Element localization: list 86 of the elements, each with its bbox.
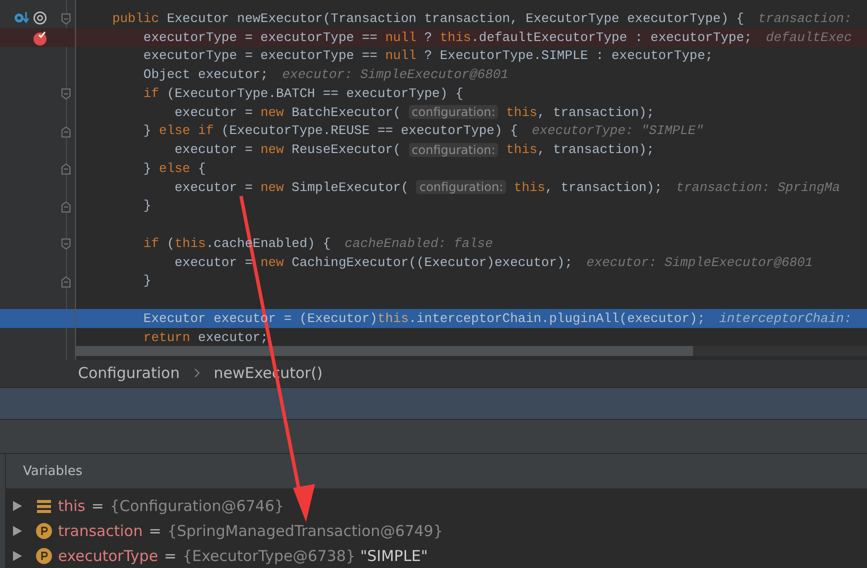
inline-debug-value: interceptorChain:: [719, 310, 852, 326]
inline-debug-value: transaction: SpringMa: [676, 180, 840, 195]
fold-marker-icon[interactable]: [61, 276, 71, 288]
code-text: , transaction);: [545, 180, 662, 195]
code-text: executorType = executorType ==: [142, 30, 378, 45]
code-text: ReuseExecutor(: [290, 142, 402, 158]
variable-name: this: [58, 496, 86, 514]
fold-marker-icon[interactable]: [61, 88, 71, 100]
code-text: executor =: [174, 104, 254, 120]
code-keyword: new: [260, 142, 284, 158]
code-keyword: this: [512, 180, 546, 195]
code-text: executor =: [174, 142, 254, 158]
code-keyword: this: [505, 142, 538, 158]
code-keyword: new: [260, 180, 284, 195]
code-keyword: null: [385, 48, 416, 64]
string-value: "SIMPLE": [359, 546, 428, 564]
breadcrumb-item[interactable]: Configuration: [78, 364, 180, 382]
code-text: , transaction);: [537, 142, 654, 158]
inline-debug-value: executor: SimpleExecutor@6801: [586, 254, 813, 270]
parameter-hint: configuration:: [408, 105, 498, 120]
code-keyword: if: [142, 236, 160, 251]
fold-marker-icon[interactable]: [61, 200, 71, 212]
code-text: executorType = executorType ==: [142, 48, 378, 64]
parameter-hint: configuration:: [416, 180, 506, 194]
inline-debug-value: executorType: "SIMPLE": [532, 123, 704, 138]
code-text: (ExecutorType.BATCH == executorType) {: [166, 86, 464, 101]
fold-marker-icon[interactable]: [61, 238, 71, 250]
code-keyword: else: [159, 160, 190, 176]
code-text: }: [142, 160, 152, 176]
parameter-icon: [36, 548, 52, 564]
parameter-hint: configuration:: [408, 142, 498, 157]
code-text: BatchExecutor(: [290, 104, 402, 120]
code-text: executor;: [197, 330, 268, 345]
code-text: .interceptorChain.pluginAll(executor);: [408, 310, 706, 326]
inline-debug-value: executor: SimpleExecutor@6801: [282, 67, 508, 82]
fold-marker-icon[interactable]: [61, 163, 71, 175]
inline-debug-value: transaction:: [758, 10, 852, 26]
code-text: , transaction);: [537, 104, 654, 120]
chevron-icon: [194, 368, 200, 378]
panel-title: Variables: [23, 464, 82, 478]
code-text: Executor newExecutor(Transaction transaction, ExecutorType executorType) {: [166, 10, 744, 26]
inline-debug-value: cacheEnabled: false: [344, 236, 493, 251]
code-keyword: return: [142, 330, 190, 345]
breakpoint-icon[interactable]: [32, 30, 48, 46]
expand-icon[interactable]: [11, 550, 23, 562]
code-text: }: [142, 198, 152, 214]
variable-name: transaction: [58, 522, 143, 540]
code-text: executor =: [174, 180, 254, 195]
code-text: executor =: [174, 254, 254, 270]
variable-value: {Configuration@6746}: [110, 496, 284, 514]
equals-sign: =: [91, 496, 104, 514]
variable-name: executorType: [58, 546, 158, 564]
code-text: (ExecutorType.REUSE == executorType) {: [220, 123, 518, 138]
code-keyword: new: [260, 104, 284, 120]
stack-icon: [36, 498, 52, 514]
variable-value: {ExecutorType@6738}: [182, 546, 356, 564]
code-keyword: this: [440, 30, 472, 45]
expand-icon[interactable]: [11, 524, 23, 536]
equals-sign: =: [148, 522, 162, 540]
code-keyword: this: [505, 104, 538, 120]
code-keyword: this: [377, 310, 409, 326]
step-icon: [14, 11, 30, 25]
code-text: CachingExecutor((Executor)executor);: [290, 254, 572, 270]
code-keyword: new: [260, 254, 284, 270]
code-text: Object executor;: [142, 67, 268, 82]
code-text: ?: [423, 30, 434, 45]
fold-marker-icon[interactable]: [61, 126, 71, 138]
code-text: .defaultExecutorType : executorType;: [471, 30, 752, 45]
code-text: (: [166, 236, 175, 251]
fold-marker-icon[interactable]: [61, 13, 71, 25]
code-keyword: null: [385, 30, 416, 45]
code-text: }: [142, 123, 152, 138]
code-text: SimpleExecutor(: [290, 180, 410, 195]
expand-icon[interactable]: [11, 500, 23, 512]
code-text: {: [197, 160, 206, 176]
horizontal-scrollbar[interactable]: [75, 346, 867, 356]
parameter-icon: [36, 522, 52, 538]
code-keyword: public: [111, 10, 160, 26]
inline-debug-value: defaultExec: [766, 30, 852, 45]
equals-sign: =: [164, 546, 177, 564]
code-text: }: [142, 273, 152, 288]
code-text: ? ExecutorType.SIMPLE : executorType;: [423, 48, 713, 64]
code-keyword: this: [174, 236, 206, 251]
code-keyword: else if: [159, 123, 214, 138]
variable-value: {SpringManagedTransaction@6749}: [167, 522, 443, 540]
code-keyword: if: [142, 86, 160, 101]
